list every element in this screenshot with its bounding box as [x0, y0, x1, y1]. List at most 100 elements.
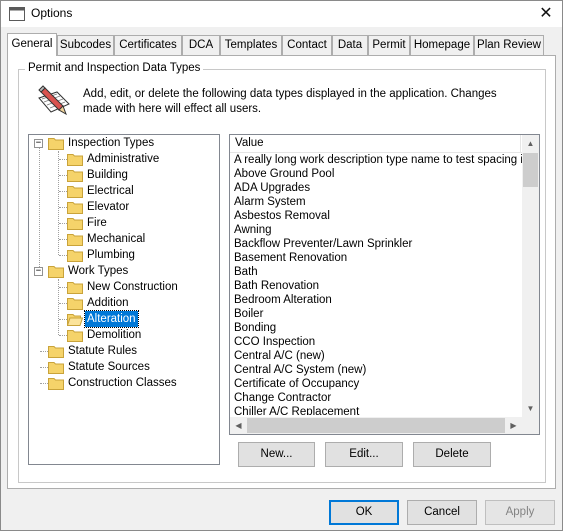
column-divider[interactable]	[520, 135, 521, 152]
scroll-up-icon[interactable]: ▲	[522, 135, 539, 152]
column-header-value[interactable]: Value	[230, 135, 539, 153]
tree-node-label: Statute Sources	[68, 361, 150, 373]
data-types-group: Permit and Inspection Data Types Add, ed…	[18, 62, 546, 483]
list-item[interactable]: Awning	[230, 223, 522, 237]
tab-label: Plan Review	[477, 39, 541, 51]
horizontal-scrollbar[interactable]: ◀ ▶	[230, 417, 522, 434]
title-bar: Options ✕	[1, 1, 562, 27]
edit-button[interactable]: Edit...	[325, 442, 403, 467]
folder-icon	[67, 186, 83, 198]
app-window-icon	[9, 7, 25, 21]
list-item[interactable]: ADA Upgrades	[230, 181, 522, 195]
list-item[interactable]: Bath	[230, 265, 522, 279]
tree-node-label: Mechanical	[87, 233, 146, 245]
folder-icon	[48, 266, 64, 278]
list-item[interactable]: Chiller A/C Replacement	[230, 405, 522, 415]
tree-node-fire[interactable]: Fire	[29, 215, 219, 231]
tree-node-new-construction[interactable]: New Construction	[29, 279, 219, 295]
tree-node-elevator[interactable]: Elevator	[29, 199, 219, 215]
tab-subcodes[interactable]: Subcodes	[57, 35, 114, 55]
tab-label: Certificates	[119, 39, 177, 51]
close-button[interactable]: ✕	[530, 1, 562, 27]
tab-templates[interactable]: Templates	[220, 35, 282, 55]
list-item[interactable]: A really long work description type name…	[230, 153, 522, 167]
tab-dca[interactable]: DCA	[182, 35, 220, 55]
tree-node-electrical[interactable]: Electrical	[29, 183, 219, 199]
delete-button[interactable]: Delete	[413, 442, 491, 467]
group-title: Permit and Inspection Data Types	[25, 62, 204, 74]
list-item[interactable]: Above Ground Pool	[230, 167, 522, 181]
folder-icon	[67, 282, 83, 294]
tree-node-work-types[interactable]: − Work Types	[29, 263, 219, 279]
tab-data[interactable]: Data	[332, 35, 368, 55]
tree-node-construction-classes[interactable]: Construction Classes	[29, 375, 219, 391]
values-listview[interactable]: Value A really long work description typ…	[229, 134, 540, 435]
tab-label: Subcodes	[59, 39, 112, 51]
column-header-label: Value	[235, 137, 264, 149]
folder-icon	[67, 250, 83, 262]
tab-contact[interactable]: Contact	[282, 35, 332, 55]
folder-icon	[67, 154, 83, 166]
tree-node-administrative[interactable]: Administrative	[29, 151, 219, 167]
options-dialog: Options ✕ General Subcodes Certificates …	[0, 0, 563, 531]
tree-node-label: Administrative	[87, 153, 160, 165]
scroll-left-icon[interactable]: ◀	[230, 417, 247, 434]
tree-node-label: Statute Rules	[68, 345, 138, 357]
edit-pencil-icon	[38, 85, 70, 116]
folder-icon	[67, 298, 83, 310]
list-item[interactable]: CCO Inspection	[230, 335, 522, 349]
folder-icon	[48, 138, 64, 150]
list-item[interactable]: Bath Renovation	[230, 279, 522, 293]
tab-permit[interactable]: Permit	[368, 35, 410, 55]
tree-node-plumbing[interactable]: Plumbing	[29, 247, 219, 263]
list-item[interactable]: Backflow Preventer/Lawn Sprinkler	[230, 237, 522, 251]
tree-node-statute-rules[interactable]: Statute Rules	[29, 343, 219, 359]
list-item[interactable]: Central A/C System (new)	[230, 363, 522, 377]
tree-node-label: Fire	[87, 217, 107, 229]
list-item[interactable]: Alarm System	[230, 195, 522, 209]
new-button[interactable]: New...	[238, 442, 315, 467]
tree-node-demolition[interactable]: Demolition	[29, 327, 219, 343]
tab-certificates[interactable]: Certificates	[114, 35, 182, 55]
horizontal-scroll-thumb[interactable]	[247, 418, 505, 433]
folder-icon	[67, 202, 83, 214]
collapse-icon[interactable]: −	[34, 267, 43, 276]
list-item[interactable]: Central A/C (new)	[230, 349, 522, 363]
scroll-right-icon[interactable]: ▶	[505, 417, 522, 434]
list-item[interactable]: Bedroom Alteration	[230, 293, 522, 307]
folder-icon	[48, 362, 64, 374]
window-title: Options	[31, 6, 73, 20]
folder-icon	[67, 330, 83, 342]
tab-plan-review[interactable]: Plan Review	[474, 35, 544, 55]
scroll-corner	[522, 417, 539, 434]
tree-node-building[interactable]: Building	[29, 167, 219, 183]
apply-button[interactable]: Apply	[485, 500, 555, 525]
tree-node-mechanical[interactable]: Mechanical	[29, 231, 219, 247]
data-type-tree[interactable]: − Inspection Types Administrative Buildi…	[28, 134, 220, 465]
general-tab-panel: Permit and Inspection Data Types Add, ed…	[7, 55, 556, 489]
tree-node-label: New Construction	[87, 281, 178, 293]
scroll-down-icon[interactable]: ▼	[522, 400, 539, 417]
tree-node-addition[interactable]: Addition	[29, 295, 219, 311]
folder-icon	[48, 346, 64, 358]
list-item[interactable]: Boiler	[230, 307, 522, 321]
tab-general[interactable]: General	[7, 33, 57, 56]
vertical-scrollbar[interactable]: ▲ ▼	[522, 135, 539, 417]
list-item[interactable]: Bonding	[230, 321, 522, 335]
folder-icon	[67, 218, 83, 230]
tree-node-statute-sources[interactable]: Statute Sources	[29, 359, 219, 375]
list-item[interactable]: Certificate of Occupancy	[230, 377, 522, 391]
tree-node-alteration[interactable]: Alteration	[29, 310, 219, 328]
tab-homepage[interactable]: Homepage	[410, 35, 474, 55]
cancel-button[interactable]: Cancel	[407, 500, 477, 525]
collapse-icon[interactable]: −	[34, 139, 43, 148]
list-item[interactable]: Asbestos Removal	[230, 209, 522, 223]
vertical-scroll-thumb[interactable]	[523, 153, 538, 187]
tree-node-inspection-types[interactable]: − Inspection Types	[29, 135, 219, 151]
tab-label: Contact	[287, 39, 327, 51]
list-item[interactable]: Change Contractor	[230, 391, 522, 405]
list-item[interactable]: Basement Renovation	[230, 251, 522, 265]
folder-icon	[67, 170, 83, 182]
tree-node-label: Electrical	[87, 185, 134, 197]
ok-button[interactable]: OK	[329, 500, 399, 525]
